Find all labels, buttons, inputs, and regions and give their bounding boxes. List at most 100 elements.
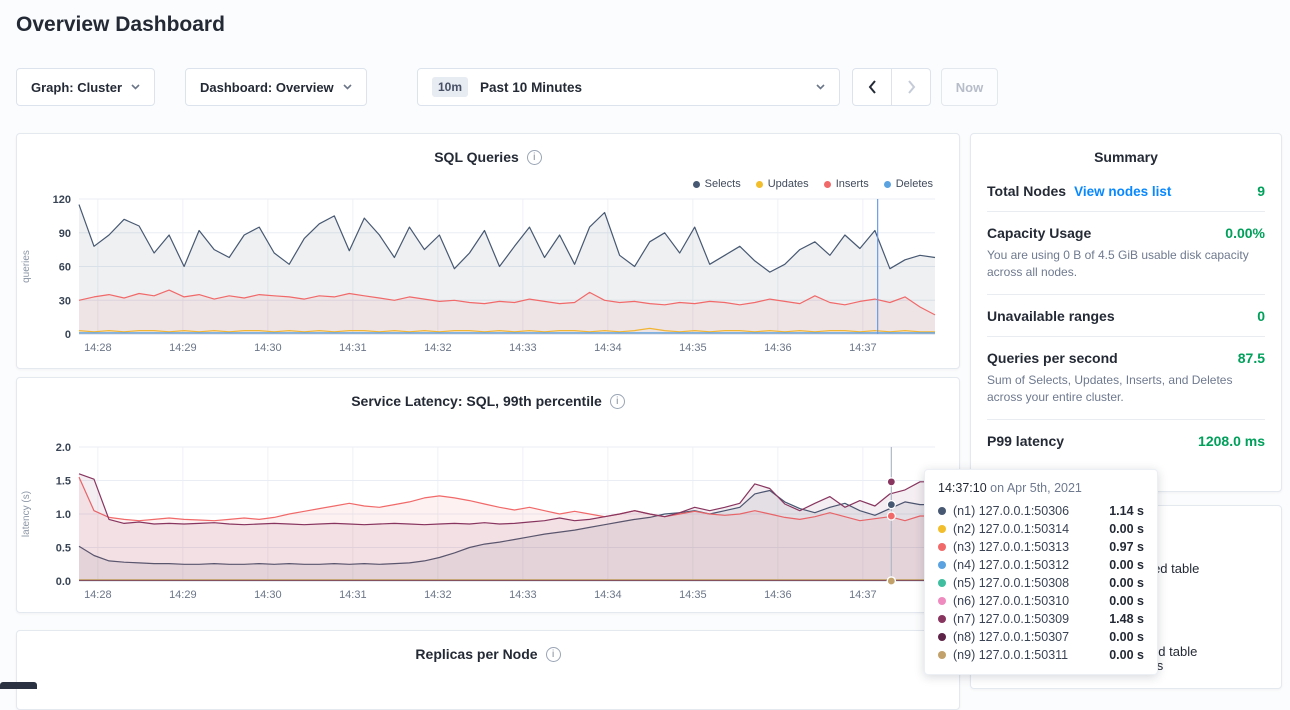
legend-item[interactable]: Inserts — [824, 178, 869, 190]
unavailable-value: 0 — [1257, 308, 1265, 324]
svg-text:14:36: 14:36 — [764, 342, 792, 354]
tooltip-node-label: (n8) 127.0.0.1:50307 — [953, 630, 1069, 644]
latency-title: Service Latency: SQL, 99th percentile — [351, 393, 602, 409]
sql-chart-legend: Selects Updates Inserts Deletes — [693, 178, 933, 190]
qps-value: 87.5 — [1238, 350, 1265, 366]
graph-dropdown[interactable]: Graph: Cluster — [16, 68, 155, 106]
tooltip-row: (n9) 127.0.0.1:503110.00 s — [938, 646, 1144, 664]
tooltip-node-value: 1.48 s — [1109, 612, 1144, 626]
tooltip-row: (n2) 127.0.0.1:503140.00 s — [938, 520, 1144, 538]
svg-text:14:34: 14:34 — [594, 342, 622, 354]
tooltip-node-label: (n7) 127.0.0.1:50309 — [953, 612, 1069, 626]
series-dot — [938, 597, 946, 605]
series-dot — [938, 633, 946, 641]
legend-dot — [824, 181, 831, 188]
info-icon[interactable]: i — [527, 150, 542, 165]
chevron-right-icon — [907, 80, 916, 94]
time-range-badge: 10m — [432, 77, 468, 97]
svg-text:60: 60 — [59, 262, 71, 274]
svg-text:14:32: 14:32 — [424, 342, 452, 354]
series-dot — [938, 579, 946, 587]
p99-value: 1208.0 ms — [1198, 433, 1265, 449]
tooltip-node-value: 1.14 s — [1109, 504, 1144, 518]
series-dot — [938, 507, 946, 515]
svg-text:14:37: 14:37 — [849, 589, 877, 601]
summary-panel: Summary Total Nodes View nodes list 9 Ca… — [970, 133, 1282, 492]
svg-text:14:35: 14:35 — [679, 342, 707, 354]
replicas-card: Replicas per Node i — [16, 630, 960, 710]
series-dot — [938, 615, 946, 623]
svg-text:14:36: 14:36 — [764, 589, 792, 601]
svg-text:1.0: 1.0 — [56, 509, 71, 521]
tooltip-row: (n1) 127.0.0.1:50306 1.14 s — [938, 502, 1144, 520]
latency-card: Service Latency: SQL, 99th percentile i … — [16, 377, 960, 613]
legend-label: Deletes — [896, 178, 933, 190]
capacity-desc: You are using 0 B of 4.5 GiB usable disk… — [987, 247, 1265, 282]
replicas-title: Replicas per Node — [415, 646, 537, 662]
svg-text:0: 0 — [65, 329, 71, 341]
tooltip-row: (n3) 127.0.0.1:503130.97 s — [938, 538, 1144, 556]
tooltip-node-label: (n1) 127.0.0.1:50306 — [953, 504, 1069, 518]
view-nodes-list-link[interactable]: View nodes list — [1074, 184, 1171, 199]
svg-text:14:31: 14:31 — [339, 589, 367, 601]
svg-text:14:34: 14:34 — [594, 589, 622, 601]
time-range-selector[interactable]: 10m Past 10 Minutes — [417, 68, 840, 106]
chevron-down-icon — [816, 84, 825, 90]
summary-row-qps: Queries per second 87.5 Sum of Selects, … — [987, 336, 1265, 419]
series-dot — [938, 525, 946, 533]
unavailable-label: Unavailable ranges — [987, 308, 1115, 324]
now-button[interactable]: Now — [941, 68, 998, 106]
svg-text:14:29: 14:29 — [169, 589, 197, 601]
info-icon[interactable]: i — [610, 394, 625, 409]
legend-item[interactable]: Selects — [693, 178, 741, 190]
svg-text:120: 120 — [53, 194, 71, 206]
svg-text:14:33: 14:33 — [509, 342, 537, 354]
series-dot — [938, 561, 946, 569]
tooltip-row: (n4) 127.0.0.1:503120.00 s — [938, 556, 1144, 574]
time-range-label: Past 10 Minutes — [480, 80, 804, 95]
svg-text:queries: queries — [21, 250, 32, 283]
svg-text:14:29: 14:29 — [169, 342, 197, 354]
svg-text:0.0: 0.0 — [56, 576, 71, 588]
latency-chart[interactable]: 14:2814:2914:3014:3114:3214:3314:3414:35… — [17, 430, 960, 602]
dashboard-dropdown[interactable]: Dashboard: Overview — [185, 68, 367, 106]
svg-text:30: 30 — [59, 295, 71, 307]
total-nodes-value: 9 — [1257, 183, 1265, 199]
legend-item[interactable]: Deletes — [884, 178, 933, 190]
total-nodes-label: Total Nodes — [987, 183, 1066, 199]
legend-item[interactable]: Updates — [756, 178, 809, 190]
legend-dot — [884, 181, 891, 188]
summary-row-p99: P99 latency 1208.0 ms — [987, 419, 1265, 461]
tooltip-node-value: 0.00 s — [1109, 648, 1144, 662]
chevron-down-icon — [131, 84, 140, 90]
svg-text:latency (s): latency (s) — [21, 491, 32, 537]
summary-title: Summary — [971, 134, 1281, 177]
svg-text:14:37: 14:37 — [849, 342, 877, 354]
summary-row-capacity: Capacity Usage 0.00% You are using 0 B o… — [987, 211, 1265, 294]
tooltip-node-value: 0.00 s — [1109, 594, 1144, 608]
sql-queries-chart[interactable]: 14:2814:2914:3014:3114:3214:3314:3414:35… — [17, 190, 960, 354]
page-title: Overview Dashboard — [16, 13, 225, 37]
time-back-button[interactable] — [852, 68, 892, 106]
svg-text:14:35: 14:35 — [679, 589, 707, 601]
svg-text:1.5: 1.5 — [56, 476, 71, 488]
tooltip-node-value: 0.00 s — [1109, 522, 1144, 536]
chevron-down-icon — [343, 84, 352, 90]
svg-text:0.5: 0.5 — [56, 543, 71, 555]
legend-dot — [693, 181, 700, 188]
graph-dropdown-label: Graph: Cluster — [31, 80, 122, 95]
dashboard-dropdown-label: Dashboard: Overview — [200, 80, 334, 95]
qps-label: Queries per second — [987, 350, 1118, 366]
time-forward-button[interactable] — [891, 68, 931, 106]
summary-row-unavailable: Unavailable ranges 0 — [987, 294, 1265, 336]
tooltip-row: (n5) 127.0.0.1:503080.00 s — [938, 574, 1144, 592]
svg-text:14:31: 14:31 — [339, 342, 367, 354]
sql-queries-card: SQL Queries i SelectsUpdatesInsertsDelet… — [16, 133, 960, 369]
legend-label: Selects — [705, 178, 741, 190]
tooltip-node-value: 0.00 s — [1109, 558, 1144, 572]
svg-text:14:32: 14:32 — [424, 589, 452, 601]
tooltip-node-value: 0.00 s — [1109, 630, 1144, 644]
legend-label: Updates — [768, 178, 809, 190]
capacity-value: 0.00% — [1225, 225, 1265, 241]
info-icon[interactable]: i — [546, 647, 561, 662]
